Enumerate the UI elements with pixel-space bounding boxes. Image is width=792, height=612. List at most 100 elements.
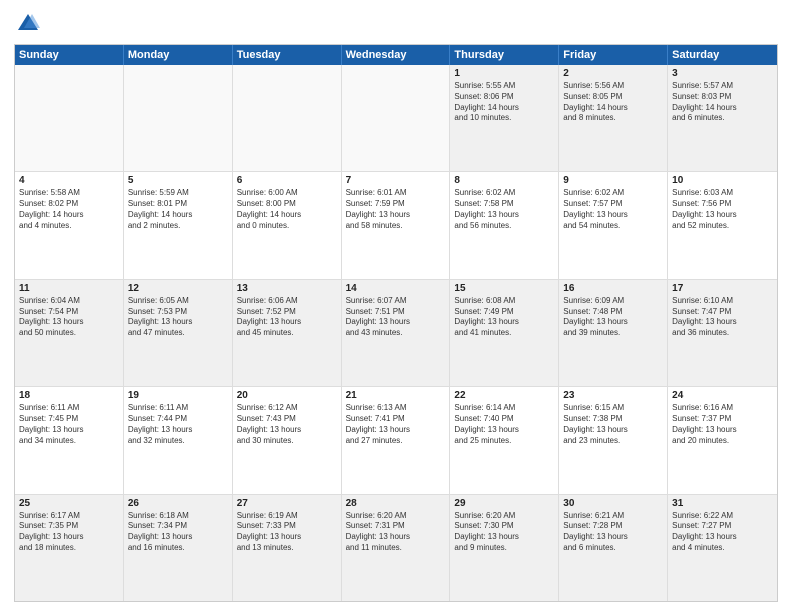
cal-cell-1: 1 Sunrise: 5:55 AMSunset: 8:06 PMDaylight… <box>450 65 559 171</box>
week-row-1: 1 Sunrise: 5:55 AMSunset: 8:06 PMDaylight… <box>15 65 777 172</box>
cell-info: Sunrise: 6:12 AMSunset: 7:43 PMDaylight:… <box>237 403 337 446</box>
cell-info: Sunrise: 6:11 AMSunset: 7:45 PMDaylight:… <box>19 403 119 446</box>
cal-cell-28: 28Sunrise: 6:20 AMSunset: 7:31 PMDayligh… <box>342 495 451 601</box>
header-day-tuesday: Tuesday <box>233 45 342 65</box>
header-day-wednesday: Wednesday <box>342 45 451 65</box>
cell-info: Sunrise: 6:20 AMSunset: 7:30 PMDaylight:… <box>454 511 554 554</box>
header-day-sunday: Sunday <box>15 45 124 65</box>
cal-cell-empty-2 <box>233 65 342 171</box>
cal-cell-13: 13Sunrise: 6:06 AMSunset: 7:52 PMDayligh… <box>233 280 342 386</box>
cell-info: Sunrise: 6:14 AMSunset: 7:40 PMDaylight:… <box>454 403 554 446</box>
cell-info: Sunrise: 6:10 AMSunset: 7:47 PMDaylight:… <box>672 296 773 339</box>
week-row-4: 18 Sunrise: 6:11 AMSunset: 7:45 PMDayligh… <box>15 387 777 494</box>
cell-info: Sunrise: 6:08 AMSunset: 7:49 PMDaylight:… <box>454 296 554 339</box>
day-number: 21 <box>346 390 446 401</box>
cal-cell-23: 23Sunrise: 6:15 AMSunset: 7:38 PMDayligh… <box>559 387 668 493</box>
cell-info: Sunrise: 5:57 AMSunset: 8:03 PMDaylight:… <box>672 81 773 124</box>
day-number: 25 <box>19 498 119 509</box>
day-number: 5 <box>128 175 228 186</box>
cal-cell-10: 10 Sunrise: 6:03 AMSunset: 7:56 PMDayligh… <box>668 172 777 278</box>
cal-cell-18: 18 Sunrise: 6:11 AMSunset: 7:45 PMDayligh… <box>15 387 124 493</box>
day-number: 27 <box>237 498 337 509</box>
cal-cell-3: 3 Sunrise: 5:57 AMSunset: 8:03 PMDaylight… <box>668 65 777 171</box>
day-number: 26 <box>128 498 228 509</box>
cell-info: Sunrise: 6:01 AMSunset: 7:59 PMDaylight:… <box>346 188 446 231</box>
cal-cell-empty-1 <box>124 65 233 171</box>
cell-info: Sunrise: 6:09 AMSunset: 7:48 PMDaylight:… <box>563 296 663 339</box>
cell-info: Sunrise: 6:02 AMSunset: 7:58 PMDaylight:… <box>454 188 554 231</box>
day-number: 10 <box>672 175 773 186</box>
day-number: 29 <box>454 498 554 509</box>
day-number: 12 <box>128 283 228 294</box>
day-number: 30 <box>563 498 663 509</box>
cell-info: Sunrise: 6:05 AMSunset: 7:53 PMDaylight:… <box>128 296 228 339</box>
cell-info: Sunrise: 6:21 AMSunset: 7:28 PMDaylight:… <box>563 511 663 554</box>
week-row-3: 11 Sunrise: 6:04 AMSunset: 7:54 PMDayligh… <box>15 280 777 387</box>
cell-info: Sunrise: 5:59 AMSunset: 8:01 PMDaylight:… <box>128 188 228 231</box>
calendar: SundayMondayTuesdayWednesdayThursdayFrid… <box>14 44 778 602</box>
cal-cell-25: 25 Sunrise: 6:17 AMSunset: 7:35 PMDayligh… <box>15 495 124 601</box>
header-day-thursday: Thursday <box>450 45 559 65</box>
calendar-header: SundayMondayTuesdayWednesdayThursdayFrid… <box>15 45 777 65</box>
header-day-friday: Friday <box>559 45 668 65</box>
cell-info: Sunrise: 5:55 AMSunset: 8:06 PMDaylight:… <box>454 81 554 124</box>
logo <box>14 10 46 38</box>
day-number: 15 <box>454 283 554 294</box>
cal-cell-9: 9 Sunrise: 6:02 AMSunset: 7:57 PMDaylight… <box>559 172 668 278</box>
logo-icon <box>14 10 42 38</box>
cal-cell-7: 7 Sunrise: 6:01 AMSunset: 7:59 PMDaylight… <box>342 172 451 278</box>
day-number: 2 <box>563 68 663 79</box>
cal-cell-20: 20 Sunrise: 6:12 AMSunset: 7:43 PMDayligh… <box>233 387 342 493</box>
page: SundayMondayTuesdayWednesdayThursdayFrid… <box>0 0 792 612</box>
cell-info: Sunrise: 6:00 AMSunset: 8:00 PMDaylight:… <box>237 188 337 231</box>
cal-cell-31: 31Sunrise: 6:22 AMSunset: 7:27 PMDayligh… <box>668 495 777 601</box>
day-number: 11 <box>19 283 119 294</box>
header-day-saturday: Saturday <box>668 45 777 65</box>
cell-info: Sunrise: 5:56 AMSunset: 8:05 PMDaylight:… <box>563 81 663 124</box>
cell-info: Sunrise: 6:22 AMSunset: 7:27 PMDaylight:… <box>672 511 773 554</box>
cell-info: Sunrise: 6:17 AMSunset: 7:35 PMDaylight:… <box>19 511 119 554</box>
day-number: 14 <box>346 283 446 294</box>
cal-cell-2: 2 Sunrise: 5:56 AMSunset: 8:05 PMDaylight… <box>559 65 668 171</box>
cal-cell-29: 29 Sunrise: 6:20 AMSunset: 7:30 PMDayligh… <box>450 495 559 601</box>
day-number: 7 <box>346 175 446 186</box>
cal-cell-22: 22 Sunrise: 6:14 AMSunset: 7:40 PMDayligh… <box>450 387 559 493</box>
day-number: 6 <box>237 175 337 186</box>
day-number: 1 <box>454 68 554 79</box>
cell-info: Sunrise: 6:02 AMSunset: 7:57 PMDaylight:… <box>563 188 663 231</box>
day-number: 28 <box>346 498 446 509</box>
cal-cell-17: 17Sunrise: 6:10 AMSunset: 7:47 PMDayligh… <box>668 280 777 386</box>
week-row-5: 25 Sunrise: 6:17 AMSunset: 7:35 PMDayligh… <box>15 495 777 601</box>
cal-cell-empty-3 <box>342 65 451 171</box>
cal-cell-19: 19Sunrise: 6:11 AMSunset: 7:44 PMDayligh… <box>124 387 233 493</box>
cal-cell-26: 26Sunrise: 6:18 AMSunset: 7:34 PMDayligh… <box>124 495 233 601</box>
cell-info: Sunrise: 6:16 AMSunset: 7:37 PMDaylight:… <box>672 403 773 446</box>
day-number: 20 <box>237 390 337 401</box>
day-number: 3 <box>672 68 773 79</box>
day-number: 4 <box>19 175 119 186</box>
day-number: 22 <box>454 390 554 401</box>
day-number: 24 <box>672 390 773 401</box>
day-number: 9 <box>563 175 663 186</box>
cal-cell-6: 6 Sunrise: 6:00 AMSunset: 8:00 PMDaylight… <box>233 172 342 278</box>
calendar-body: 1 Sunrise: 5:55 AMSunset: 8:06 PMDaylight… <box>15 65 777 601</box>
cal-cell-11: 11 Sunrise: 6:04 AMSunset: 7:54 PMDayligh… <box>15 280 124 386</box>
day-number: 16 <box>563 283 663 294</box>
cell-info: Sunrise: 6:03 AMSunset: 7:56 PMDaylight:… <box>672 188 773 231</box>
cell-info: Sunrise: 5:58 AMSunset: 8:02 PMDaylight:… <box>19 188 119 231</box>
week-row-2: 4 Sunrise: 5:58 AMSunset: 8:02 PMDaylight… <box>15 172 777 279</box>
cal-cell-5: 5 Sunrise: 5:59 AMSunset: 8:01 PMDaylight… <box>124 172 233 278</box>
cal-cell-12: 12 Sunrise: 6:05 AMSunset: 7:53 PMDayligh… <box>124 280 233 386</box>
day-number: 8 <box>454 175 554 186</box>
cal-cell-empty-0 <box>15 65 124 171</box>
header-day-monday: Monday <box>124 45 233 65</box>
cell-info: Sunrise: 6:19 AMSunset: 7:33 PMDaylight:… <box>237 511 337 554</box>
cal-cell-4: 4 Sunrise: 5:58 AMSunset: 8:02 PMDaylight… <box>15 172 124 278</box>
cell-info: Sunrise: 6:07 AMSunset: 7:51 PMDaylight:… <box>346 296 446 339</box>
cal-cell-21: 21Sunrise: 6:13 AMSunset: 7:41 PMDayligh… <box>342 387 451 493</box>
cal-cell-30: 30 Sunrise: 6:21 AMSunset: 7:28 PMDayligh… <box>559 495 668 601</box>
cal-cell-16: 16 Sunrise: 6:09 AMSunset: 7:48 PMDayligh… <box>559 280 668 386</box>
day-number: 18 <box>19 390 119 401</box>
cal-cell-24: 24 Sunrise: 6:16 AMSunset: 7:37 PMDayligh… <box>668 387 777 493</box>
cell-info: Sunrise: 6:04 AMSunset: 7:54 PMDaylight:… <box>19 296 119 339</box>
